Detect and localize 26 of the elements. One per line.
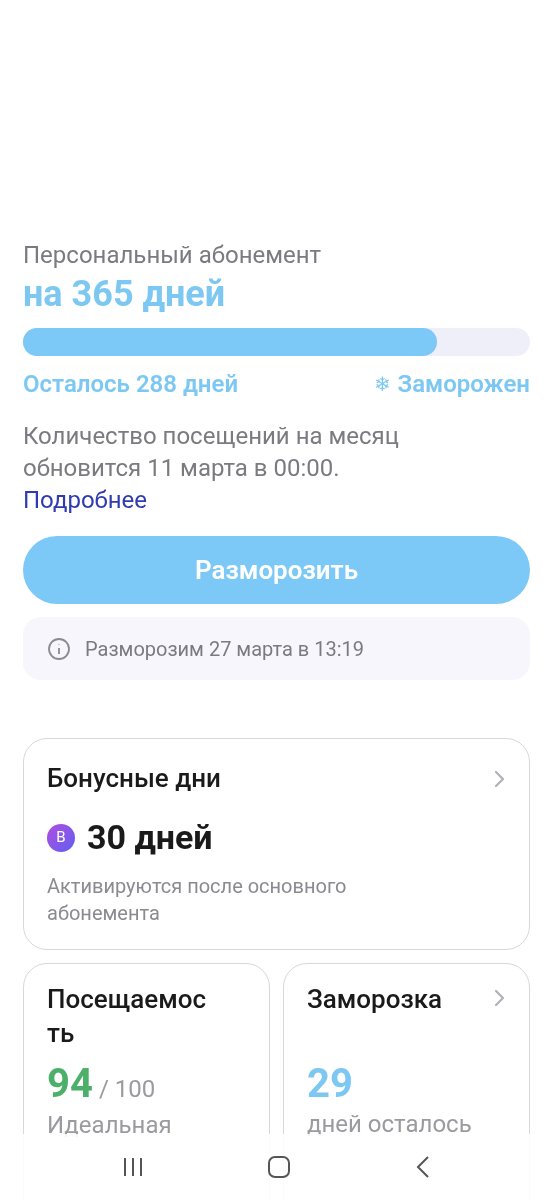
back-icon[interactable] — [415, 1155, 432, 1179]
stat-value: 29 — [307, 1062, 353, 1106]
chevron-right-icon — [492, 988, 506, 1008]
unfreeze-date: Разморозим 27 марта в 13:19 — [85, 635, 365, 663]
bonus-days-card[interactable]: Бонусные дни B 30 дней Активируются после основного абонемента — [23, 738, 530, 950]
card-title: Заморозка — [307, 983, 443, 1016]
info-icon — [47, 636, 71, 661]
bonus-badge: B — [47, 823, 75, 852]
bonus-days-value: 30 дней — [87, 816, 213, 859]
chevron-right-icon — [492, 768, 506, 789]
card-title: Бонусные дни — [47, 762, 221, 795]
bonus-caption: Активируются после основного абонемента — [47, 873, 348, 927]
frozen-status: Заморожен — [397, 369, 530, 400]
details-link[interactable]: Подробнее — [23, 484, 147, 516]
snowflake-icon: ❄ — [374, 369, 392, 399]
visits-note: Количество посещений на месяц обновится 11 марта в 00:00. — [23, 421, 400, 484]
stat-total: / 100 — [98, 1074, 156, 1105]
home-icon[interactable] — [267, 1155, 292, 1179]
stat-caption: дней осталось — [307, 1109, 473, 1140]
stat-value: 94 — [47, 1062, 93, 1106]
days-remaining: Осталось 288 дней — [23, 369, 239, 400]
subscription-duration: на 365 дней — [23, 272, 227, 316]
stat-caption: Идеальная — [47, 1110, 173, 1141]
subscription-label: Персональный абонемент — [23, 240, 323, 271]
card-title: Посещаемость — [47, 983, 208, 1050]
recent-apps-icon[interactable] — [121, 1156, 144, 1178]
